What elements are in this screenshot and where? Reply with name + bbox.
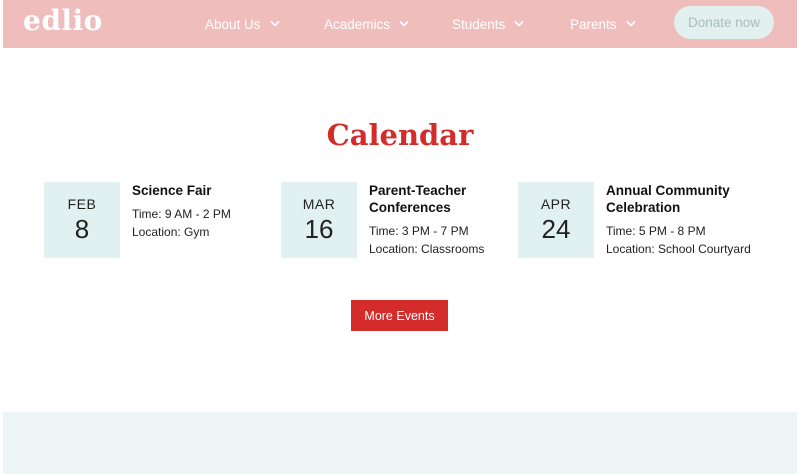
chevron-down-icon <box>399 21 409 27</box>
nav-item-about-us[interactable]: About Us <box>205 14 280 34</box>
nav-item-label: About Us <box>205 16 261 32</box>
event-card[interactable]: FEB 8 Science Fair Time: 9 AM - 2 PM Loc… <box>44 182 274 282</box>
nav-item-academics[interactable]: Academics <box>324 14 409 34</box>
event-date: APR 24 <box>518 182 594 258</box>
event-month: APR <box>540 196 572 212</box>
event-title[interactable]: Parent-Teacher Conferences <box>369 182 519 216</box>
event-info: Parent-Teacher Conferences Time: 3 PM - … <box>369 182 519 258</box>
calendar-title: Calendar <box>326 118 474 152</box>
event-date: MAR 16 <box>281 182 357 258</box>
site-header: edlio About Us Academics Students Parent… <box>3 0 797 48</box>
event-title[interactable]: Annual Community Celebration <box>606 182 756 216</box>
event-location: Location: Classrooms <box>369 242 485 256</box>
nav-item-label: Students <box>452 16 506 32</box>
event-location: Location: Gym <box>132 225 210 239</box>
nav-item-parents[interactable]: Parents <box>570 14 636 34</box>
event-month: MAR <box>302 196 336 212</box>
site-logo[interactable]: edlio <box>23 4 103 37</box>
nav-item-students[interactable]: Students <box>452 14 524 34</box>
event-title[interactable]: Science Fair <box>132 182 282 199</box>
event-date: FEB 8 <box>44 182 120 258</box>
event-card[interactable]: APR 24 Annual Community Celebration Time… <box>518 182 751 282</box>
nav-item-label: Academics <box>324 16 391 32</box>
event-info: Science Fair Time: 9 AM - 2 PM Location:… <box>132 182 282 241</box>
chevron-down-icon <box>514 21 524 27</box>
event-day: 16 <box>304 214 334 244</box>
footer-band <box>3 412 797 474</box>
event-info: Annual Community Celebration Time: 5 PM … <box>606 182 756 258</box>
page: edlio About Us Academics Students Parent… <box>3 0 797 474</box>
nav-item-label: Parents <box>570 16 617 32</box>
event-month: FEB <box>67 196 97 212</box>
event-location: Location: School Courtyard <box>606 242 751 256</box>
event-day: 24 <box>541 214 571 244</box>
chevron-down-icon <box>270 21 279 27</box>
event-card[interactable]: MAR 16 Parent-Teacher Conferences Time: … <box>281 182 511 282</box>
donate-button[interactable]: Donate now <box>674 6 774 39</box>
event-day: 8 <box>74 214 90 244</box>
more-events-button[interactable]: More Events <box>351 300 448 331</box>
event-time: Time: 9 AM - 2 PM <box>132 207 231 221</box>
event-time: Time: 3 PM - 7 PM <box>369 224 469 238</box>
event-time: Time: 5 PM - 8 PM <box>606 224 706 238</box>
chevron-down-icon <box>626 21 635 27</box>
